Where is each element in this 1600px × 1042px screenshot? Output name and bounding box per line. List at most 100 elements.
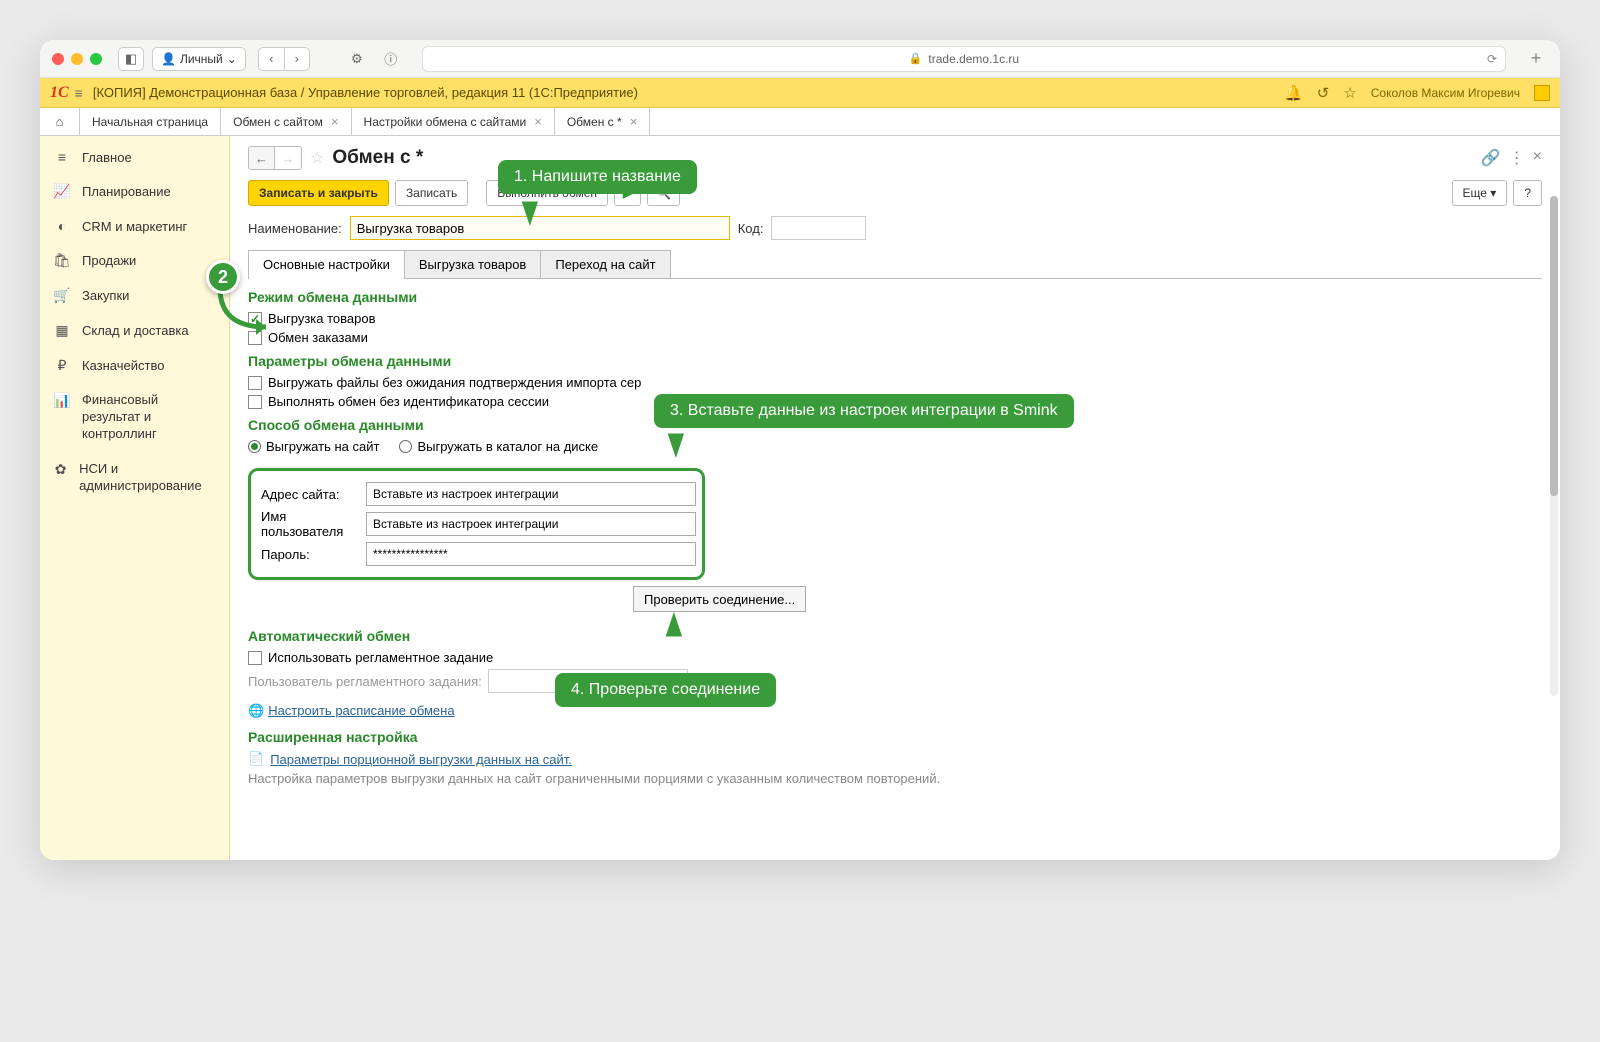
code-input[interactable] — [771, 216, 866, 240]
home-icon[interactable]: ⌂ — [40, 108, 80, 135]
checkbox-icon — [248, 651, 262, 665]
close-tab-icon[interactable]: × — [534, 114, 542, 129]
check-upload-no-wait[interactable]: Выгружать файлы без ожидания подтвержден… — [248, 375, 1542, 390]
tab-home[interactable]: Начальная страница — [80, 108, 221, 135]
radio-icon — [399, 440, 412, 453]
gear-icon: ✿ — [54, 461, 67, 478]
scroll-thumb[interactable] — [1550, 196, 1558, 496]
history-icon[interactable]: ↺ — [1317, 84, 1330, 102]
more-button[interactable]: Еще ▾ — [1452, 180, 1508, 206]
new-tab-button[interactable]: + — [1524, 47, 1548, 71]
radio-upload-site[interactable]: Выгружать на сайт — [248, 439, 379, 454]
radio-label: Выгружать в каталог на диске — [417, 439, 598, 454]
minimize-window-icon[interactable] — [71, 53, 83, 65]
close-tab-icon[interactable]: × — [331, 114, 339, 129]
connection-group: Адрес сайта: Имя пользователя Пароль: — [248, 468, 705, 580]
tab-main-settings[interactable]: Основные настройки — [248, 250, 405, 278]
username-input[interactable] — [366, 512, 696, 536]
check-upload-goods[interactable]: Выгрузка товаров — [248, 311, 1542, 326]
save-close-button[interactable]: Записать и закрыть — [248, 180, 389, 206]
check-label: Выполнять обмен без идентификатора сесси… — [268, 394, 549, 409]
pass-label: Пароль: — [251, 547, 366, 562]
more-vert-icon[interactable]: ⋮ — [1509, 148, 1525, 168]
tab-exchange-current[interactable]: Обмен с *× — [555, 108, 650, 135]
check-use-scheduled[interactable]: Использовать регламентное задание — [248, 650, 1542, 665]
tab-goods-upload[interactable]: Выгрузка товаров — [404, 250, 542, 278]
info-icon[interactable]: ⓘ — [378, 47, 404, 71]
callout-3: 3. Вставьте данные из настроек интеграци… — [654, 394, 1074, 428]
advanced-link[interactable]: Параметры порционной выгрузки данных на … — [270, 752, 572, 767]
bell-icon[interactable]: 🔔 — [1284, 84, 1303, 102]
back-button[interactable]: ‹ — [258, 47, 284, 71]
nav-main[interactable]: ≡Главное — [40, 140, 229, 174]
check-connection-button[interactable]: Проверить соединение... — [633, 586, 806, 612]
tab-exchange-settings[interactable]: Настройки обмена с сайтами× — [352, 108, 555, 135]
reload-icon[interactable]: ⟳ — [1487, 52, 1497, 66]
tab-exchange-site[interactable]: Обмен с сайтом× — [221, 108, 351, 135]
url-text: trade.demo.1c.ru — [928, 52, 1019, 66]
link-icon[interactable]: 🔗 — [1481, 148, 1501, 168]
nav-purchases[interactable]: 🛒Закупки — [40, 278, 229, 313]
lock-icon: 🔒 — [909, 52, 923, 65]
password-input[interactable] — [366, 542, 696, 566]
radio-upload-disk[interactable]: Выгружать в каталог на диске — [399, 439, 598, 454]
nav-finance[interactable]: 📊Финансовый результат и контроллинг — [40, 383, 229, 452]
cart-icon: 🛒 — [54, 287, 70, 304]
nav-nsi[interactable]: ✿ НСИ и администрирование — [40, 452, 229, 504]
checkbox-icon — [248, 376, 262, 390]
forward-button[interactable]: › — [284, 47, 310, 71]
sidebar-toggle-icon[interactable]: ◧ — [118, 47, 144, 71]
nav-planning[interactable]: 📈Планирование — [40, 174, 229, 209]
gear-icon[interactable]: ⚙ — [344, 47, 370, 71]
schedule-link[interactable]: Настроить расписание обмена — [268, 703, 454, 718]
back-arrow-icon[interactable]: ← — [249, 147, 275, 169]
advanced-desc: Настройка параметров выгрузки данных на … — [248, 771, 1542, 786]
page-title: Обмен с * — [332, 147, 423, 169]
tab-goto-site[interactable]: Переход на сайт — [540, 250, 670, 278]
close-page-icon[interactable]: × — [1533, 148, 1542, 168]
section-auto-title: Автоматический обмен — [248, 628, 1542, 644]
traffic-lights — [52, 53, 102, 65]
profile-button[interactable]: 👤 Личный ⌄ — [152, 47, 246, 71]
nav-warehouse[interactable]: ▦Склад и доставка — [40, 313, 229, 348]
nav-label: НСИ и администрирование — [79, 461, 215, 495]
maximize-window-icon[interactable] — [90, 53, 102, 65]
forward-arrow-icon: → — [275, 147, 301, 169]
chevron-down-icon: ⌄ — [227, 52, 237, 66]
section-advanced-title: Расширенная настройка — [248, 729, 1542, 745]
scheduled-user-label: Пользователь регламентного задания: — [248, 674, 488, 689]
menu-icon[interactable]: ≡ — [75, 85, 83, 101]
yellow-square-icon[interactable] — [1534, 85, 1550, 101]
nav-crm[interactable]: ◐CRM и маркетинг — [40, 209, 229, 243]
callout-4: 4. Проверьте соединение — [555, 673, 776, 707]
toolbar: Записать и закрыть Записать Выполнить об… — [248, 180, 1542, 206]
scrollbar[interactable] — [1550, 196, 1558, 696]
chevron-down-icon: ▾ — [1490, 186, 1496, 200]
addr-label: Адрес сайта: — [251, 487, 366, 502]
save-button[interactable]: Записать — [395, 180, 468, 206]
checkbox-icon — [248, 395, 262, 409]
check-label: Выгружать файлы без ожидания подтвержден… — [268, 375, 641, 390]
star-icon[interactable]: ☆ — [1343, 84, 1356, 102]
callout-1: 1. Напишите название — [498, 160, 697, 194]
nav-treasury[interactable]: ₽Казначейство — [40, 348, 229, 383]
close-window-icon[interactable] — [52, 53, 64, 65]
favorite-star-icon[interactable]: ☆ — [310, 148, 324, 168]
app-header: 1C ≡ [КОПИЯ] Демонстрационная база / Упр… — [40, 78, 1560, 108]
help-button[interactable]: ? — [1513, 180, 1542, 206]
check-exchange-orders[interactable]: Обмен заказами — [248, 330, 1542, 345]
window-title: [КОПИЯ] Демонстрационная база / Управлен… — [93, 85, 1284, 100]
code-label: Код: — [738, 221, 764, 236]
close-tab-icon[interactable]: × — [630, 114, 638, 129]
user-label: Имя пользователя — [251, 509, 366, 539]
radio-label: Выгружать на сайт — [266, 439, 379, 454]
url-bar[interactable]: 🔒 trade.demo.1c.ru ⟳ — [422, 46, 1506, 72]
callout-2-badge: 2 — [206, 260, 240, 294]
site-address-input[interactable] — [366, 482, 696, 506]
page-nav-arrows: ← → — [248, 146, 302, 170]
profile-label: Личный — [180, 52, 223, 66]
nav-sales[interactable]: 🛍Продажи — [40, 243, 229, 278]
nav-label: Склад и доставка — [82, 323, 189, 338]
user-name[interactable]: Соколов Максим Игоревич — [1371, 86, 1520, 100]
nav-label: CRM и маркетинг — [82, 219, 187, 234]
